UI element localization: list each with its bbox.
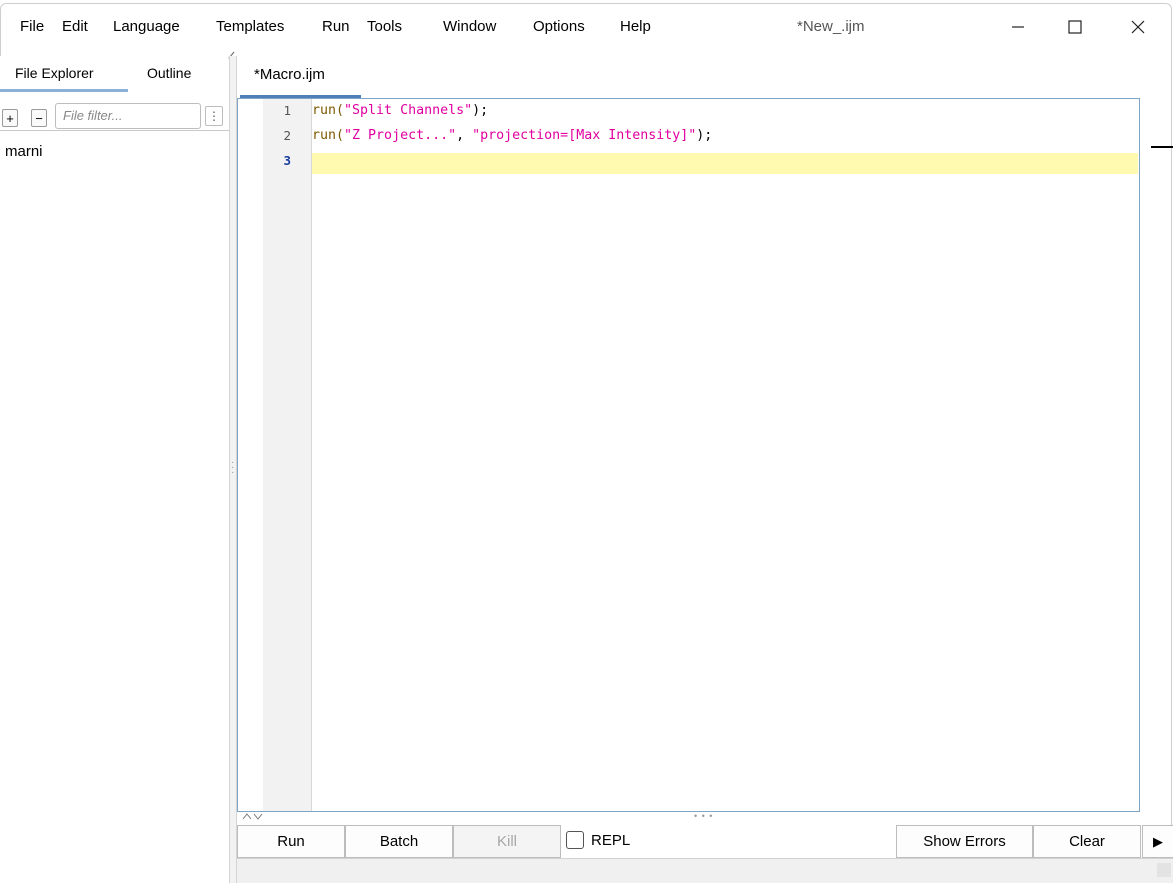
- batch-button[interactable]: Batch: [345, 825, 453, 858]
- code-area[interactable]: run("Split Channels"); run("Z Project...…: [312, 99, 1138, 811]
- menu-file[interactable]: File: [20, 18, 44, 35]
- menu-window[interactable]: Window: [443, 18, 496, 35]
- minimize-icon: [1012, 26, 1024, 28]
- code-line: run("Z Project...", "projection=[Max Int…: [312, 128, 712, 143]
- line-number: 1: [283, 103, 291, 118]
- file-filter-input[interactable]: File filter...: [55, 103, 201, 129]
- clear-button[interactable]: Clear: [1033, 825, 1141, 858]
- file-filter-row: + − File filter... ⋮: [0, 101, 229, 131]
- run-button[interactable]: Run: [237, 825, 345, 858]
- menu-run[interactable]: Run: [322, 18, 350, 35]
- show-errors-button[interactable]: Show Errors: [896, 825, 1033, 858]
- current-line-highlight: [312, 153, 1138, 174]
- more-options-button[interactable]: ⋮: [205, 106, 223, 126]
- menu-language[interactable]: Language: [113, 18, 180, 35]
- kill-button[interactable]: Kill: [453, 825, 561, 858]
- active-tab-indicator: [0, 89, 128, 92]
- code-function-token: run(: [312, 103, 345, 118]
- repl-label: REPL: [591, 832, 631, 849]
- code-punctuation-token: );: [696, 128, 713, 143]
- panel-splitter[interactable]: · · ·: [229, 56, 237, 883]
- window-title: *New_.ijm: [797, 18, 865, 35]
- editor-tab-macro[interactable]: *Macro.ijm: [240, 60, 361, 98]
- repl-checkbox[interactable]: [566, 831, 584, 849]
- code-punctuation-token: ,: [456, 128, 473, 143]
- tab-outline[interactable]: Outline: [147, 65, 191, 81]
- close-icon: [1131, 20, 1145, 34]
- close-button[interactable]: [1118, 14, 1158, 40]
- menu-edit[interactable]: Edit: [62, 18, 88, 35]
- maximize-icon: [1068, 20, 1082, 34]
- splitter-grip-icon: · · ·: [231, 457, 235, 478]
- code-editor[interactable]: 1 2 3 run("Split Channels"); run("Z Proj…: [237, 98, 1140, 812]
- left-panel-tabs: File Explorer Outline: [0, 56, 229, 92]
- status-bar: [237, 858, 1173, 883]
- tab-file-explorer[interactable]: File Explorer: [15, 65, 94, 81]
- chevron-up-down-icon: [242, 813, 263, 820]
- minimize-button[interactable]: [998, 14, 1038, 40]
- expand-toolbar-button[interactable]: ▶: [1142, 825, 1173, 858]
- code-line: run("Split Channels");: [312, 103, 488, 118]
- menu-tools[interactable]: Tools: [367, 18, 402, 35]
- code-string-token: "Z Project...": [344, 128, 457, 143]
- maximize-button[interactable]: [1055, 14, 1095, 40]
- menu-options[interactable]: Options: [533, 18, 585, 35]
- editor-tab-label: *Macro.ijm: [254, 66, 325, 83]
- line-number-active: 3: [283, 153, 291, 168]
- remove-button[interactable]: −: [31, 109, 47, 127]
- menu-templates[interactable]: Templates: [216, 18, 284, 35]
- code-string-token: "Split Channels": [344, 103, 473, 118]
- overview-ruler-marker: [1151, 146, 1173, 148]
- line-number: 2: [283, 128, 291, 143]
- left-panel: File Explorer Outline: [0, 56, 229, 883]
- code-function-token: run(: [312, 128, 345, 143]
- play-arrow-icon: ▶: [1153, 834, 1163, 849]
- collapse-expand-arrows-icon[interactable]: [242, 811, 264, 824]
- code-string-token: "projection=[Max Intensity]": [472, 128, 697, 143]
- file-tree-item[interactable]: marni: [5, 143, 43, 160]
- add-button[interactable]: +: [2, 109, 18, 127]
- menubar: File Edit Language Templates Run Tools W…: [0, 6, 1173, 46]
- resize-grip-icon[interactable]: [1157, 863, 1171, 877]
- line-number-gutter: 1 2 3: [263, 99, 312, 811]
- divider: [0, 130, 229, 131]
- menu-help[interactable]: Help: [620, 18, 651, 35]
- splitter-grip-icon[interactable]: • • •: [694, 811, 713, 821]
- code-punctuation-token: );: [472, 103, 489, 118]
